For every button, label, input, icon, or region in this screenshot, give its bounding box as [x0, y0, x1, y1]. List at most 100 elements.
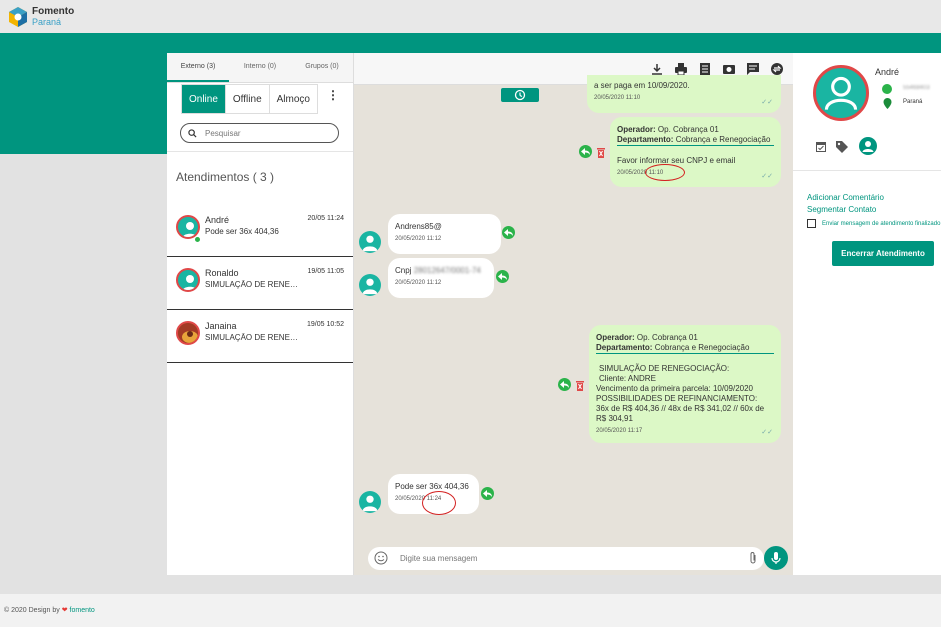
read-check-icon: ✓✓ — [761, 99, 773, 106]
message-time: 20/05/2020 11:12 — [395, 280, 442, 286]
hexagon-logo-icon — [9, 7, 27, 27]
operator-name: Op. Cobrança 01 — [657, 125, 719, 134]
footer-brand[interactable]: fomento — [70, 607, 95, 614]
message-line: POSSIBILIDADES DE REFINANCIAMENTO: — [596, 394, 758, 403]
attachment-icon[interactable] — [748, 551, 758, 565]
user-icon — [824, 76, 858, 111]
message-bubble-outgoing: Operador: Op. Cobrança 01 Departamento: … — [610, 117, 781, 187]
contact-last-message: SIMULAÇÃO DE RENEGOCIAÇÃO: — [205, 333, 300, 342]
message-bubble-outgoing: Operador: Op. Cobrança 01 Departamento: … — [589, 325, 781, 443]
contact-name: André — [205, 215, 230, 225]
message-bubble-outgoing: a ser paga em 10/09/2020. 20/05/2020 11:… — [587, 75, 781, 113]
history-icon — [514, 89, 526, 101]
contacts-panel: Externo (3) Interno (0) Grupos (0) Onlin… — [167, 53, 354, 575]
segment-contact-link[interactable]: Segmentar Contato — [807, 205, 876, 214]
download-icon[interactable] — [650, 62, 664, 76]
heart-icon: ❤ — [61, 607, 68, 614]
message-time: 20/05/2020 11:10 — [617, 170, 664, 176]
profile-state: Paraná — [903, 99, 923, 105]
reply-icon[interactable] — [496, 270, 509, 283]
operator-label: Operador: — [617, 125, 656, 134]
avatar-photo — [176, 321, 200, 345]
profile-avatar — [813, 65, 869, 121]
message-composer[interactable]: Digite sua mensagem — [368, 547, 764, 570]
message-text: Favor informar seu CNPJ e email — [617, 156, 736, 165]
message-line: SIMULAÇÃO DE RENEGOCIAÇÃO: — [599, 364, 730, 373]
message-line: Cliente: ANDRE — [599, 374, 656, 383]
reply-icon[interactable] — [558, 378, 571, 391]
reply-icon[interactable] — [502, 226, 515, 239]
reply-icon[interactable] — [579, 145, 592, 158]
add-comment-link[interactable]: Adicionar Comentário — [807, 193, 884, 202]
brand-subname: Paraná — [32, 17, 62, 27]
user-circle-icon[interactable] — [859, 137, 877, 155]
location-pin-icon — [883, 98, 892, 109]
profile-panel: André 55468403 Paraná Adicionar Comentár… — [793, 53, 941, 575]
trash-icon[interactable] — [575, 379, 585, 391]
calendar-check-icon[interactable] — [815, 140, 827, 153]
contact-time: 19/05 10:52 — [307, 321, 344, 328]
profile-phone: 55468403 — [903, 85, 930, 91]
user-icon — [362, 495, 378, 512]
finished-message-checkbox[interactable]: Enviar mensagem de atendimento finalizad… — [807, 219, 940, 228]
contact-last-message: SIMULAÇÃO DE RENEGOCIAÇÃO: — [205, 280, 300, 289]
end-attendance-button[interactable]: Encerrar Atendimento — [832, 241, 934, 266]
emoji-icon[interactable] — [374, 551, 388, 565]
online-status-icon — [194, 236, 201, 243]
avatar — [176, 268, 200, 292]
brand-name: Fomento — [32, 6, 75, 17]
checkbox-label: Enviar mensagem de atendimento finalizad… — [822, 220, 941, 227]
department-label: Departamento: — [617, 135, 674, 144]
masked-cnpj: 28012647/0001-74 — [413, 266, 481, 275]
message-input-placeholder: Digite sua mensagem — [400, 554, 478, 563]
header-band-left — [0, 53, 167, 154]
message-time: 20/05/2020 11:10 — [594, 95, 641, 101]
trash-icon[interactable] — [596, 146, 606, 158]
whatsapp-icon — [882, 84, 892, 94]
read-check-icon: ✓✓ — [761, 429, 773, 436]
chat-message-icon[interactable] — [746, 62, 760, 76]
avatar — [359, 274, 381, 296]
tab-grupos[interactable]: Grupos (0) — [291, 53, 353, 82]
footer-text: © 2020 Design by — [4, 607, 60, 614]
contact-last-message: Pode ser 36x 404,36 — [205, 227, 279, 236]
reply-icon[interactable] — [481, 487, 494, 500]
status-almoco-button[interactable]: Almoço — [270, 85, 317, 113]
message-line: 36x de R$ 404,36 // 48x de R$ 341,02 // … — [596, 404, 765, 423]
search-input[interactable]: Pesquisar — [180, 123, 339, 143]
avatar — [359, 231, 381, 253]
print-icon[interactable] — [674, 62, 688, 76]
contact-item-ronaldo[interactable]: Ronaldo SIMULAÇÃO DE RENEGOCIAÇÃO: 19/05… — [167, 257, 353, 310]
tab-externo[interactable]: Externo (3) — [167, 53, 229, 82]
status-selector: Online Offline Almoço — [181, 84, 318, 114]
department-name: Cobrança e Renegociação — [654, 343, 750, 352]
red-annotation-circle — [645, 164, 685, 181]
tab-interno[interactable]: Interno (0) — [229, 53, 291, 82]
contact-item-janaina[interactable]: Janaina SIMULAÇÃO DE RENEGOCIAÇÃO: 19/05… — [167, 310, 353, 363]
microphone-button[interactable] — [764, 546, 788, 570]
transfer-icon[interactable] — [770, 62, 784, 76]
list-icon[interactable] — [698, 62, 712, 76]
status-online-button[interactable]: Online — [182, 85, 226, 113]
checkbox[interactable] — [807, 219, 816, 228]
list-title: Atendimentos ( 3 ) — [176, 170, 275, 184]
tags-icon[interactable] — [835, 140, 851, 153]
microphone-icon — [771, 552, 781, 564]
message-bubble-incoming: Cnpj 28012647/0001-74 20/05/2020 11:12 — [388, 258, 494, 298]
contact-item-andre[interactable]: André Pode ser 36x 404,36 20/05 11:24 — [167, 204, 353, 257]
brand-logo[interactable]: Fomento Paraná — [8, 6, 74, 28]
operator-name: Op. Cobrança 01 — [636, 333, 698, 342]
department-name: Cobrança e Renegociação — [675, 135, 771, 144]
status-offline-button[interactable]: Offline — [226, 85, 270, 113]
message-time: 20/05/2020 11:17 — [596, 428, 643, 434]
profile-photo-icon — [178, 323, 198, 343]
contact-time: 20/05 11:24 — [307, 215, 344, 222]
camera-icon[interactable] — [722, 62, 736, 76]
chat-panel: a ser paga em 10/09/2020. 20/05/2020 11:… — [354, 53, 793, 575]
top-bar: Fomento Paraná — [0, 0, 941, 33]
history-button[interactable] — [501, 88, 539, 102]
operator-label: Operador: — [596, 333, 635, 342]
search-icon — [188, 128, 197, 138]
more-options-icon[interactable]: ⋮ — [327, 89, 339, 101]
red-annotation-circle — [422, 491, 456, 515]
